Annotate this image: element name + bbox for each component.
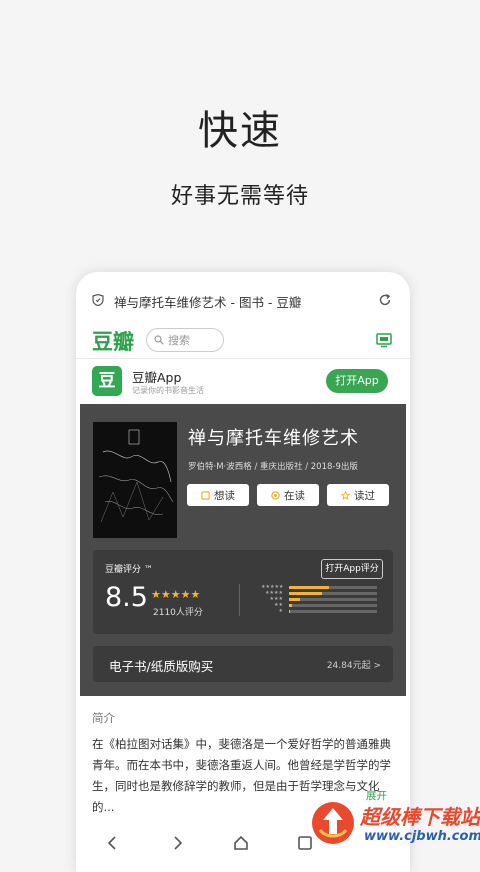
open-app-button[interactable]: 打开App	[326, 369, 388, 393]
rating-stars: ★★★★★	[151, 588, 201, 601]
reading-button[interactable]: 在读	[257, 484, 319, 506]
search-placeholder: 搜索	[168, 334, 190, 347]
rating-count: 2110人评分	[153, 608, 203, 618]
histogram-fill	[289, 609, 290, 613]
histogram-bar	[289, 609, 377, 613]
search-input[interactable]: 搜索	[146, 328, 224, 352]
app-name: 豆瓣App	[132, 370, 182, 385]
ebook-label: 电子书/纸质版购买	[109, 659, 214, 674]
site-nav-bar: 豆瓣 搜索	[76, 322, 410, 359]
watermark-title: 超级棒下载站	[360, 805, 480, 829]
ebook-price: 24.84元起 >	[326, 661, 381, 671]
want-to-read-button[interactable]: 想读	[187, 484, 249, 506]
rating-histogram: ★★★★★ ★★★★ ★★★ ★★ ★	[261, 584, 383, 614]
have-read-label: 读过	[354, 489, 375, 502]
ebook-purchase-row[interactable]: 电子书/纸质版购买 24.84元起 >	[93, 646, 393, 682]
hero-title: 快速	[198, 108, 282, 154]
browser-url-bar: 禅与摩托车维修艺术 - 图书 - 豆瓣	[76, 272, 410, 328]
hero-subtitle: 好事无需等待	[170, 184, 309, 209]
histogram-fill	[289, 597, 301, 601]
app-description: 记录你的书影音生活	[132, 386, 204, 395]
home-icon[interactable]	[232, 834, 250, 852]
bookmark-icon	[201, 490, 210, 500]
histogram-bar	[289, 585, 377, 589]
tv-icon[interactable]	[376, 332, 392, 348]
open-app-rate-button[interactable]: 打开App评分	[321, 559, 383, 579]
rating-card: 豆瓣评分 ™ 8.5 ★★★★★ 2110人评分 打开App评分 ★★★★★ ★★…	[93, 550, 393, 634]
douban-app-icon: 豆	[92, 366, 122, 396]
want-to-read-label: 想读	[214, 489, 235, 502]
book-header-panel: 禅与摩托车维修艺术 罗伯特·M·波西格 / 重庆出版社 / 2018-9出版 想…	[80, 404, 406, 696]
phone-mockup: 禅与摩托车维修艺术 - 图书 - 豆瓣 豆瓣 搜索 豆 豆瓣App 记录你的书影…	[76, 272, 410, 872]
back-icon[interactable]	[104, 834, 122, 852]
intro-heading: 简介	[92, 711, 115, 725]
shield-icon	[92, 294, 104, 306]
rating-label: 豆瓣评分 ™	[105, 565, 153, 575]
search-icon	[154, 335, 164, 345]
histogram-bar	[289, 597, 377, 601]
histogram-row: ★	[261, 608, 383, 614]
histogram-fill	[289, 603, 292, 607]
book-meta: 罗伯特·M·波西格 / 重庆出版社 / 2018-9出版	[188, 462, 358, 472]
app-download-banner: 豆 豆瓣App 记录你的书影音生活 打开App	[76, 358, 410, 404]
have-read-button[interactable]: 读过	[327, 484, 389, 506]
star-icon	[341, 490, 350, 500]
histogram-fill	[289, 591, 323, 595]
histogram-fill	[289, 585, 329, 589]
refresh-icon[interactable]	[378, 293, 392, 307]
histogram-bar	[289, 591, 377, 595]
url-title[interactable]: 禅与摩托车维修艺术 - 图书 - 豆瓣	[114, 292, 301, 311]
watermark-url: www.cjbwh.com	[364, 829, 480, 844]
histogram-bar	[289, 603, 377, 607]
rating-divider	[239, 584, 240, 616]
site-watermark: 超级棒下载站 www.cjbwh.com	[304, 792, 480, 853]
douban-logo[interactable]: 豆瓣	[92, 326, 134, 356]
histogram-stars: ★	[278, 608, 283, 614]
reading-label: 在读	[284, 489, 305, 502]
reading-icon	[271, 490, 280, 500]
book-cover[interactable]	[93, 422, 177, 538]
watermark-logo	[312, 802, 354, 844]
forward-icon[interactable]	[168, 834, 186, 852]
rating-score: 8.5	[105, 582, 148, 613]
book-title: 禅与摩托车维修艺术	[188, 428, 359, 449]
